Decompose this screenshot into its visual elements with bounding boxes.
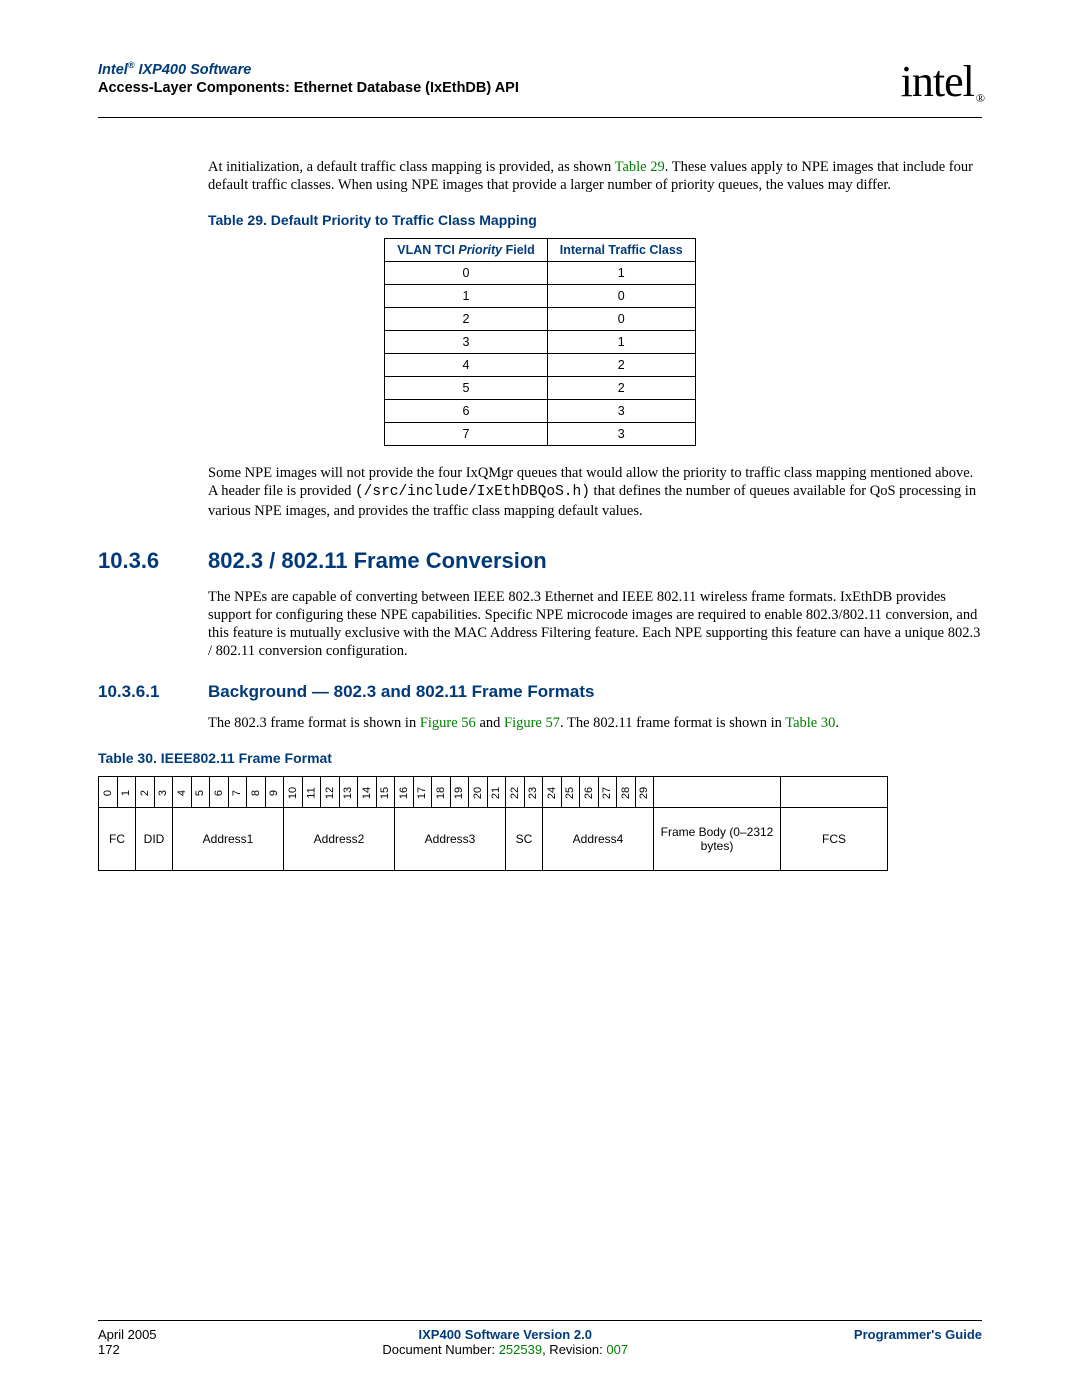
- subsection-heading: 10.3.6.1Background — 802.3 and 802.11 Fr…: [98, 682, 982, 702]
- table30-caption: Table 30. IEEE802.11 Frame Format: [98, 750, 982, 766]
- paragraph-frame-formats: The 802.3 frame format is shown in Figur…: [208, 714, 982, 732]
- field-frame-body: Frame Body (0–2312 bytes): [654, 808, 781, 871]
- table29-header-priority: VLAN TCI Priority Field: [385, 239, 548, 262]
- table-row: 01: [385, 262, 696, 285]
- link-table29[interactable]: Table 29: [615, 159, 665, 175]
- table30-bit-row: 0 1 2 3 4 5 6 7 8 9 10 11 12 13 14 15 16…: [99, 777, 888, 808]
- field-sc: SC: [506, 808, 543, 871]
- table-row: 31: [385, 331, 696, 354]
- footer-left: April 2005 172: [98, 1327, 157, 1357]
- table30: 0 1 2 3 4 5 6 7 8 9 10 11 12 13 14 15 16…: [98, 776, 888, 871]
- field-fc: FC: [99, 808, 136, 871]
- footer-right: Programmer's Guide: [854, 1327, 982, 1357]
- intel-logo: intel®: [901, 56, 982, 107]
- table-row: 63: [385, 400, 696, 423]
- table29-header-class: Internal Traffic Class: [547, 239, 695, 262]
- table-row: 73: [385, 423, 696, 446]
- table29: VLAN TCI Priority Field Internal Traffic…: [384, 238, 696, 446]
- section-heading: 10.3.6802.3 / 802.11 Frame Conversion: [98, 548, 982, 574]
- field-address1: Address1: [173, 808, 284, 871]
- table30-field-row: FC DID Address1 Address2 Address3 SC Add…: [99, 808, 888, 871]
- footer-center: IXP400 Software Version 2.0 Document Num…: [157, 1327, 854, 1357]
- header-rule: [98, 117, 982, 118]
- table-row: 42: [385, 354, 696, 377]
- page-footer: April 2005 172 IXP400 Software Version 2…: [98, 1320, 982, 1357]
- link-figure57[interactable]: Figure 57: [504, 715, 560, 731]
- field-address2: Address2: [284, 808, 395, 871]
- link-table30[interactable]: Table 30: [785, 715, 835, 731]
- table-row: 52: [385, 377, 696, 400]
- header-title: Intel® IXP400 Software: [98, 60, 519, 78]
- header-subtitle: Access-Layer Components: Ethernet Databa…: [98, 80, 519, 96]
- paragraph-header-file: Some NPE images will not provide the fou…: [208, 464, 982, 519]
- field-address3: Address3: [395, 808, 506, 871]
- link-figure56[interactable]: Figure 56: [420, 715, 476, 731]
- field-fcs: FCS: [781, 808, 888, 871]
- paragraph-frame-conversion: The NPEs are capable of converting betwe…: [208, 588, 982, 661]
- page-header: Intel® IXP400 Software Access-Layer Comp…: [98, 60, 982, 111]
- field-did: DID: [136, 808, 173, 871]
- paragraph-intro: At initialization, a default traffic cla…: [208, 158, 982, 194]
- table29-caption: Table 29. Default Priority to Traffic Cl…: [208, 212, 982, 228]
- field-address4: Address4: [543, 808, 654, 871]
- table-row: 10: [385, 285, 696, 308]
- table-row: 20: [385, 308, 696, 331]
